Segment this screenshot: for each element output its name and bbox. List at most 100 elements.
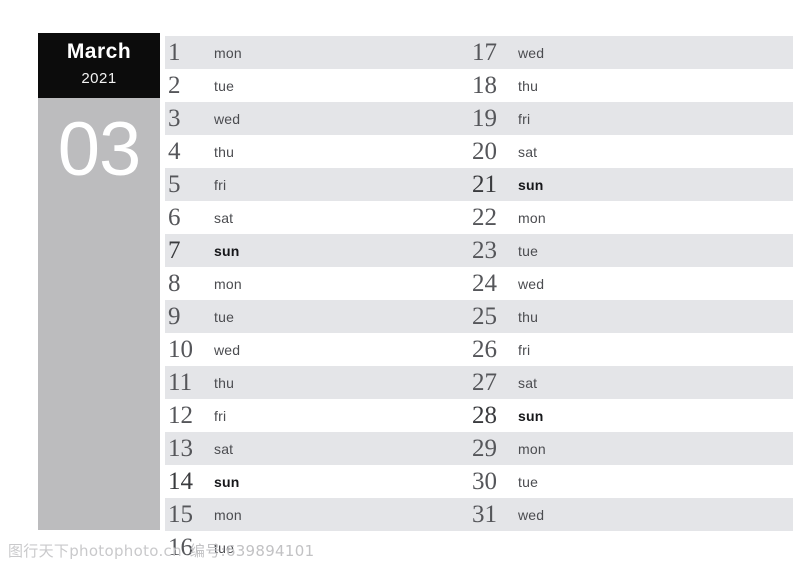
day-number: 21 [472,171,497,198]
day-number: 26 [472,336,497,363]
day-weekday-label: mon [214,275,242,292]
day-weekday-label: sun [518,407,544,424]
day-number: 9 [168,303,181,330]
day-weekday-label: sun [518,176,544,193]
day-weekday-label: thu [518,308,539,325]
day-weekday-label: wed [518,44,545,61]
calendar-day-row[interactable]: 12 fri [168,399,468,432]
calendar-day-row[interactable]: 26 fri [472,333,772,366]
day-number: 30 [472,468,497,495]
day-number: 22 [472,204,497,231]
calendar-day-row[interactable]: 1 mon [168,36,468,69]
calendar-day-row[interactable]: 22 mon [472,201,772,234]
year-label: 2021 [81,70,117,87]
day-number: 7 [168,237,181,264]
calendar-day-row[interactable]: 9 tue [168,300,468,333]
calendar-day-row[interactable]: 25 thu [472,300,772,333]
day-number: 11 [168,369,193,396]
day-number: 29 [472,435,497,462]
calendar-day-row[interactable]: 30 tue [472,465,772,498]
day-number: 6 [168,204,181,231]
day-number: 18 [472,72,497,99]
day-weekday-label: sun [214,242,240,259]
day-number: 23 [472,237,497,264]
month-number-label: 03 [57,107,142,192]
day-number: 19 [472,105,497,132]
calendar-day-row[interactable]: 8 mon [168,267,468,300]
calendar-day-row[interactable]: 19 fri [472,102,772,135]
day-weekday-label: sat [518,374,538,391]
calendar-page: March 2021 03 1 mon 2 tue 3 wed 4 thu 5 fri 6 sat 7 s… [0,0,800,565]
day-weekday-label: mon [214,506,242,523]
day-weekday-label: tue [214,77,235,94]
calendar-day-row[interactable]: 7 sun [168,234,468,267]
day-number: 4 [168,138,181,165]
calendar-day-row[interactable]: 11 thu [168,366,468,399]
day-weekday-label: wed [214,341,241,358]
day-number: 12 [168,402,193,429]
day-weekday-label: tue [518,473,539,490]
day-weekday-label: tue [214,308,235,325]
calendar-day-row[interactable]: 10 wed [168,333,468,366]
day-number: 27 [472,369,497,396]
day-number: 31 [472,501,497,528]
day-weekday-label: wed [518,506,545,523]
calendar-day-row[interactable]: 23 tue [472,234,772,267]
day-weekday-label: sun [214,473,240,490]
day-number: 8 [168,270,181,297]
day-weekday-label: thu [214,374,235,391]
day-number: 3 [168,105,181,132]
calendar-day-row[interactable]: 3 wed [168,102,468,135]
day-weekday-label: mon [214,44,242,61]
day-weekday-label: sat [214,440,234,457]
day-weekday-label: wed [214,110,241,127]
calendar-day-row[interactable]: 17 wed [472,36,772,69]
day-weekday-label: thu [518,77,539,94]
day-weekday-label: fri [214,176,227,193]
watermark-site-label: 图行天下photophoto.cn [8,542,182,560]
day-number: 15 [168,501,193,528]
calendar-day-row[interactable]: 20 sat [472,135,772,168]
day-number: 1 [168,39,181,66]
day-number: 20 [472,138,497,165]
calendar-day-row[interactable]: 5 fri [168,168,468,201]
watermark: 图行天下photophoto.cn 编号:639894101 [8,540,314,561]
day-number: 10 [168,336,193,363]
calendar-day-row[interactable]: 18 thu [472,69,772,102]
month-header-block: March 2021 [38,33,160,98]
day-number: 28 [472,402,497,429]
day-weekday-label: mon [518,440,546,457]
day-weekday-label: sat [518,143,538,160]
calendar-day-row[interactable]: 31 wed [472,498,772,531]
day-number: 2 [168,72,181,99]
day-weekday-label: thu [214,143,235,160]
watermark-id-label: 编号:639894101 [189,542,315,560]
day-column-right: 17 wed 18 thu 19 fri 20 sat 21 sun 22 mon 23 tue 24 wed… [472,36,772,531]
day-column-left: 1 mon 2 tue 3 wed 4 thu 5 fri 6 sat 7 sun 8 mon 9 tue 10 we… [168,36,468,564]
calendar-day-row[interactable]: 21 sun [472,168,772,201]
day-number: 5 [168,171,181,198]
day-weekday-label: fri [518,341,531,358]
calendar-day-row[interactable]: 27 sat [472,366,772,399]
calendar-day-row[interactable]: 29 mon [472,432,772,465]
calendar-day-row[interactable]: 4 thu [168,135,468,168]
day-number: 24 [472,270,497,297]
day-weekday-label: wed [518,275,545,292]
day-number: 14 [168,468,193,495]
month-name-label: March [66,40,132,63]
day-weekday-label: fri [214,407,227,424]
day-weekday-label: fri [518,110,531,127]
day-number: 25 [472,303,497,330]
calendar-day-row[interactable]: 2 tue [168,69,468,102]
day-weekday-label: tue [518,242,539,259]
calendar-day-row[interactable]: 15 mon [168,498,468,531]
day-weekday-label: sat [214,209,234,226]
calendar-day-row[interactable]: 13 sat [168,432,468,465]
day-number: 17 [472,39,497,66]
month-sidebar: 03 [38,98,160,530]
calendar-day-row[interactable]: 14 sun [168,465,468,498]
calendar-day-row[interactable]: 28 sun [472,399,772,432]
day-number: 13 [168,435,193,462]
calendar-day-row[interactable]: 24 wed [472,267,772,300]
calendar-day-row[interactable]: 6 sat [168,201,468,234]
